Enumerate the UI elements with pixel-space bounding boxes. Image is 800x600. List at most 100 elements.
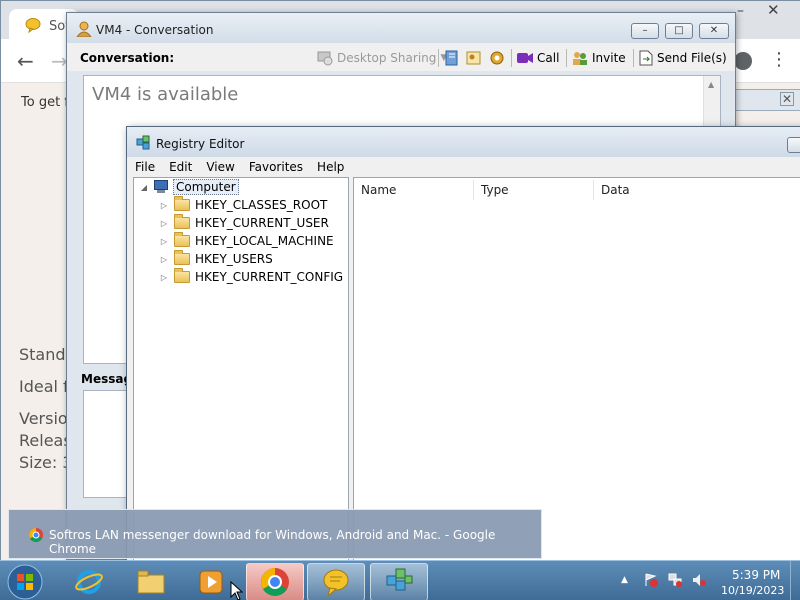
conversation-label: Conversation: (80, 51, 175, 65)
tree-item-hive[interactable]: ▷ HKEY_LOCAL_MACHINE (158, 232, 334, 250)
folder-icon (174, 268, 190, 283)
folder-icon (174, 196, 190, 211)
expand-arrow-icon[interactable]: ▷ (158, 237, 170, 246)
menu-favorites[interactable]: Favorites (243, 160, 309, 174)
windows-start-icon (7, 564, 43, 600)
send-file-icon (639, 50, 653, 66)
side-panel-close-icon[interactable]: ✕ (780, 92, 794, 106)
video-call-icon (517, 53, 533, 63)
menu-edit[interactable]: Edit (163, 160, 198, 174)
mouse-cursor-icon (230, 580, 244, 600)
tree-item-hive[interactable]: ▷ HKEY_CLASSES_ROOT (158, 196, 327, 214)
tree-label-hive: HKEY_USERS (195, 252, 273, 266)
tree-label-computer: Computer (173, 179, 239, 195)
registry-editor-window: Registry Editor – File Edit View Favorit… (126, 126, 800, 567)
column-header-name[interactable]: Name (354, 180, 474, 200)
taskbar-softros-button[interactable] (307, 563, 365, 600)
back-arrow-icon[interactable]: ← (17, 49, 34, 73)
scroll-up-icon[interactable]: ▲ (708, 80, 714, 89)
column-header-data[interactable]: Data (594, 180, 800, 200)
menu-help[interactable]: Help (311, 160, 350, 174)
invite-button[interactable]: Invite (572, 49, 626, 67)
minimize-button[interactable]: – (631, 23, 659, 39)
toolbar-separator (633, 49, 634, 67)
tree-item-computer[interactable]: ◢ Computer (138, 178, 239, 196)
tree-item-hive[interactable]: ▷ HKEY_USERS (158, 250, 273, 268)
page-line-1: To get f (21, 95, 69, 110)
history-book-icon[interactable] (444, 50, 460, 66)
expand-arrow-icon[interactable]: ▷ (158, 255, 170, 264)
tree-item-hive[interactable]: ▷ HKEY_CURRENT_USER (158, 214, 329, 232)
conversation-titlebar[interactable]: VM4 - Conversation – □ ✕ (67, 13, 735, 43)
folder-icon (174, 214, 190, 229)
close-button[interactable]: ✕ (699, 23, 729, 39)
taskbar-ie-button[interactable] (60, 563, 118, 600)
call-button[interactable]: Call (517, 49, 559, 67)
desktop-sharing-label: Desktop Sharing (337, 51, 437, 65)
conversation-toolbar: Conversation: Desktop Sharing ▼ Call Inv… (67, 43, 735, 71)
tree-item-hive[interactable]: ▷ HKEY_CURRENT_CONFIG (158, 268, 343, 286)
column-header-type[interactable]: Type (474, 180, 594, 200)
page-line-6: Size: 3 (19, 453, 73, 472)
conversation-title: VM4 - Conversation (96, 23, 214, 37)
collapse-arrow-icon[interactable]: ◢ (138, 183, 150, 192)
registry-minimize-button[interactable]: – (787, 137, 800, 153)
softros-tab-icon (25, 18, 41, 33)
maximize-button[interactable]: □ (665, 23, 693, 39)
folder-icon (174, 250, 190, 265)
internet-explorer-icon (75, 570, 103, 594)
chrome-menu-icon[interactable]: ⋮ (770, 49, 788, 70)
chrome-icon (261, 568, 289, 596)
toolbar-separator (566, 49, 567, 67)
expand-arrow-icon[interactable]: ▷ (158, 273, 170, 282)
desktop-sharing-button[interactable]: Desktop Sharing ▼ (317, 49, 447, 67)
network-icon[interactable] (668, 573, 682, 587)
invite-users-icon (573, 52, 587, 65)
tree-label-hive: HKEY_LOCAL_MACHINE (195, 234, 334, 248)
page-line-2: Stand (19, 345, 66, 364)
menu-view[interactable]: View (200, 160, 240, 174)
folder-icon (174, 232, 190, 247)
page-line-4: Versio (19, 409, 68, 428)
tree-label-hive: HKEY_CURRENT_CONFIG (195, 270, 344, 284)
expand-arrow-icon[interactable]: ▷ (158, 201, 170, 210)
volume-muted-icon[interactable] (692, 573, 706, 587)
page-line-3: Ideal f (19, 377, 69, 396)
registry-editor-icon (136, 135, 150, 150)
chrome-minimize-icon[interactable]: – (737, 3, 744, 19)
computer-icon (152, 180, 170, 194)
toolbar-separator (511, 49, 512, 67)
start-button[interactable] (6, 563, 46, 600)
tray-expand-icon[interactable]: ▲ (621, 575, 628, 585)
profile-avatar-icon[interactable] (734, 52, 752, 70)
availability-status: VM4 is available (92, 84, 239, 105)
clock-date[interactable]: 10/19/2023 (721, 584, 784, 597)
show-desktop-button[interactable] (790, 561, 800, 600)
menu-file[interactable]: File (129, 160, 161, 174)
taskbar-tooltip: Softros LAN messenger download for Windo… (8, 509, 542, 559)
expand-arrow-icon[interactable]: ▷ (158, 219, 170, 228)
desktop-sharing-icon (317, 51, 333, 66)
registry-editor-icon (386, 568, 413, 591)
chrome-close-icon[interactable]: ✕ (767, 1, 780, 19)
tree-label-hive: HKEY_CURRENT_USER (195, 216, 329, 230)
invite-label: Invite (592, 51, 626, 65)
settings-gear-icon[interactable] (489, 50, 505, 66)
tree-label-hive: HKEY_CLASSES_ROOT (195, 198, 328, 212)
contact-info-icon[interactable] (466, 50, 482, 66)
registry-titlebar[interactable]: Registry Editor – (127, 127, 800, 157)
action-center-flag-icon[interactable] (644, 573, 658, 587)
message-input[interactable] (83, 390, 128, 498)
send-files-label: Send File(s) (657, 51, 727, 65)
taskbar-chrome-button[interactable] (246, 563, 304, 600)
toolbar-separator (438, 49, 439, 67)
taskbar-explorer-button[interactable] (122, 563, 180, 600)
clock-time[interactable]: 5:39 PM (732, 568, 780, 582)
taskbar: ▲ 5:39 PM 10/19/2023 (0, 560, 800, 600)
registry-title: Registry Editor (156, 137, 245, 151)
chrome-side-panel-header: ✕ (735, 89, 800, 111)
send-files-button[interactable]: Send File(s) (639, 49, 727, 67)
softros-messenger-icon (323, 569, 349, 597)
taskbar-regedit-button[interactable] (370, 563, 428, 600)
media-player-icon (199, 570, 223, 594)
